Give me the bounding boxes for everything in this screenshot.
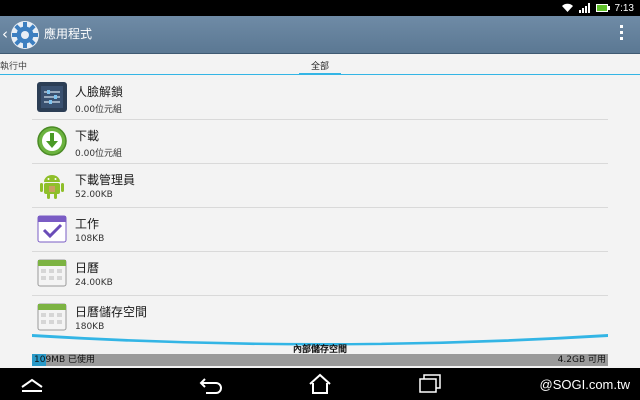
app-size: 108KB bbox=[75, 234, 105, 244]
overflow-menu-icon[interactable] bbox=[618, 25, 624, 45]
battery-icon bbox=[595, 4, 610, 12]
app-name: 日曆 bbox=[75, 261, 100, 275]
calendar-icon bbox=[37, 259, 67, 287]
list-item[interactable]: 下載管理員 52.00KB bbox=[32, 164, 608, 208]
clock: 7:13 bbox=[614, 2, 634, 14]
tab-divider bbox=[0, 74, 640, 75]
status-bar: 7:13 bbox=[0, 0, 640, 16]
list-item[interactable]: 工作 108KB bbox=[32, 208, 608, 252]
storage-bar: 109MB 已使用 4.2GB 可用 bbox=[32, 354, 608, 366]
list-item[interactable]: 下載 0.00位元組 bbox=[32, 120, 608, 164]
tab-all-label: 全部 bbox=[310, 62, 329, 72]
app-list[interactable]: 人臉解鎖 0.00位元組 下載 0.00位元組 下載管理員 52.00KB 工作… bbox=[0, 76, 640, 344]
calendar-storage-icon bbox=[37, 303, 67, 331]
app-name: 工作 bbox=[75, 217, 100, 231]
tab-strip: 執行中 全部 bbox=[0, 54, 640, 76]
back-chevron-icon[interactable]: ‹ bbox=[2, 26, 8, 42]
home-icon[interactable] bbox=[304, 372, 336, 396]
tab-all[interactable]: 全部 bbox=[299, 54, 341, 76]
back-icon[interactable] bbox=[196, 372, 228, 396]
tab-running[interactable]: 執行中 bbox=[0, 59, 27, 72]
list-item[interactable]: 人臉解鎖 0.00位元組 bbox=[32, 76, 608, 120]
signal-icon bbox=[578, 3, 590, 13]
download-icon bbox=[37, 126, 67, 156]
android-icon bbox=[40, 175, 64, 199]
app-name: 日曆儲存空間 bbox=[75, 305, 148, 319]
face-unlock-icon bbox=[37, 82, 67, 112]
storage-used-text: 109MB 已使用 bbox=[34, 355, 95, 365]
app-size: 52.00KB bbox=[75, 190, 113, 200]
storage-free-text: 4.2GB 可用 bbox=[557, 355, 606, 365]
task-icon bbox=[37, 215, 67, 243]
nav-bar: @SOGI.com.tw bbox=[0, 368, 640, 400]
storage-panel: 內部儲存空間 109MB 已使用 4.2GB 可用 bbox=[0, 334, 640, 368]
app-size: 180KB bbox=[75, 322, 105, 332]
app-bar: ‹ 應用程式 bbox=[0, 16, 640, 54]
app-name: 人臉解鎖 bbox=[75, 85, 124, 99]
hide-keyboard-chevron-icon[interactable] bbox=[16, 372, 48, 396]
app-size: 0.00位元組 bbox=[75, 149, 123, 159]
settings-gear-icon[interactable] bbox=[9, 19, 41, 51]
status-icons: 7:13 bbox=[561, 0, 634, 16]
app-name: 下載管理員 bbox=[75, 173, 136, 187]
recent-apps-icon[interactable] bbox=[414, 372, 446, 396]
app-size: 24.00KB bbox=[75, 278, 113, 288]
list-item[interactable]: 日曆 24.00KB bbox=[32, 252, 608, 296]
watermark: @SOGI.com.tw bbox=[539, 377, 631, 392]
app-name: 下載 bbox=[75, 129, 100, 143]
page-title: 應用程式 bbox=[44, 27, 93, 41]
app-size: 0.00位元組 bbox=[75, 105, 123, 115]
wifi-icon bbox=[561, 3, 573, 12]
